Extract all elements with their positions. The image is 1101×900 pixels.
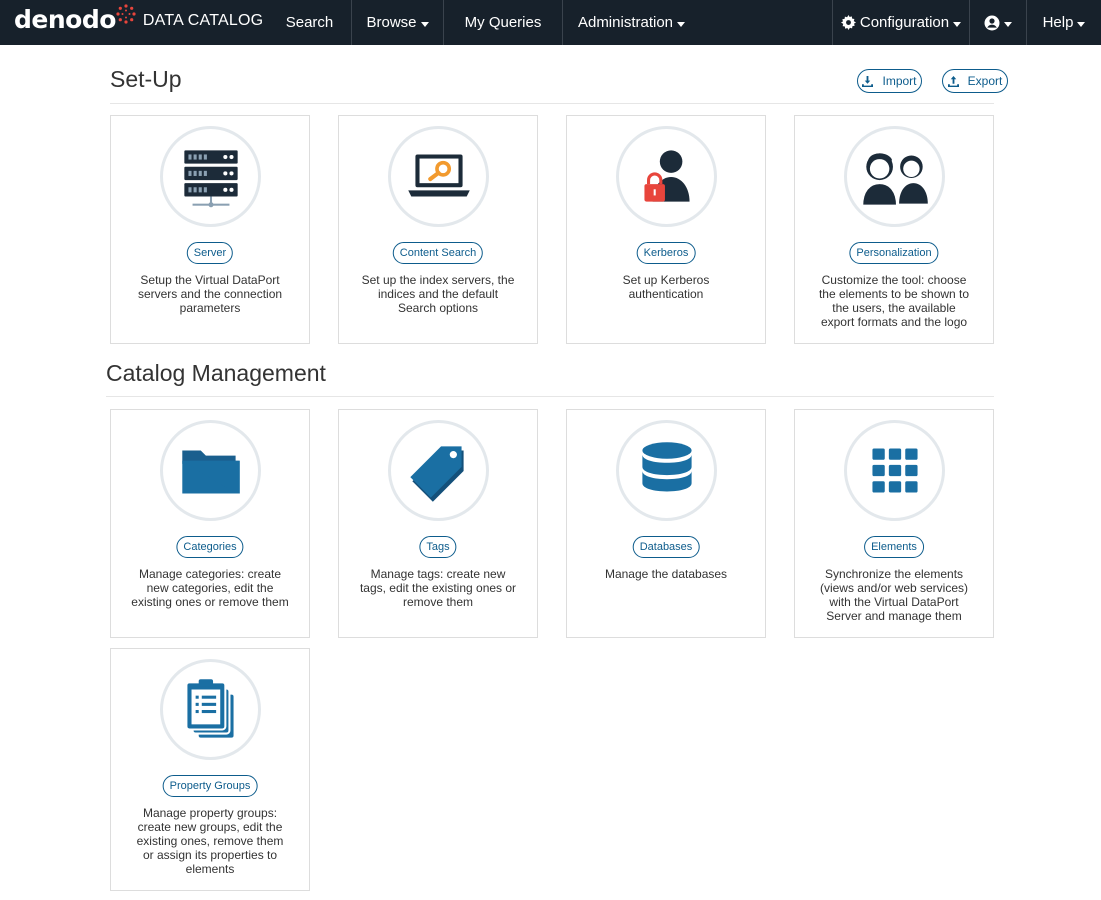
content-search-label: Content Search bbox=[392, 242, 484, 264]
databases-description: Manage the databases bbox=[604, 567, 728, 581]
import-button[interactable]: Import bbox=[857, 69, 922, 93]
export-button[interactable]: Export bbox=[942, 69, 1008, 93]
kerberos-label: Kerberos bbox=[636, 242, 696, 264]
tags-description: Manage tags: create new tags, edit the e… bbox=[359, 567, 517, 609]
content-search-icon-circle bbox=[388, 126, 489, 227]
caret-down-icon bbox=[1004, 21, 1012, 27]
denodo-logo: denodo bbox=[14, 4, 137, 32]
personalization-card[interactable]: Personalization Customize the tool: choo… bbox=[794, 115, 994, 344]
caret-down-icon bbox=[420, 21, 429, 27]
user-circle-icon bbox=[984, 15, 1000, 30]
nav-configuration-label: Configuration bbox=[859, 14, 950, 31]
logo-dots-icon bbox=[116, 4, 136, 24]
server-card[interactable]: Server Setup the Virtual DataPort server… bbox=[110, 115, 310, 344]
elements-card[interactable]: Elements Synchronize the elements (views… bbox=[794, 409, 994, 638]
import-label: Import bbox=[882, 74, 917, 88]
databases-icon-circle bbox=[616, 420, 717, 521]
elements-description: Synchronize the elements (views and/or w… bbox=[819, 567, 969, 623]
personalization-label: Personalization bbox=[849, 242, 939, 264]
personalization-description: Customize the tool: choose the elements … bbox=[818, 273, 970, 329]
property-groups-label: Property Groups bbox=[162, 775, 258, 797]
nav-search-label: Search bbox=[285, 14, 334, 31]
user-lock-icon bbox=[643, 149, 690, 202]
nav-browse-label: Browse bbox=[366, 14, 417, 31]
elements-icon-circle bbox=[844, 420, 945, 521]
import-icon bbox=[862, 75, 874, 87]
property-groups-card[interactable]: Property Groups Manage property groups: … bbox=[110, 648, 310, 891]
grid-icon bbox=[871, 447, 918, 493]
nav-browse[interactable]: Browse bbox=[352, 0, 444, 45]
caret-down-icon bbox=[953, 21, 962, 27]
nav-search[interactable]: Search bbox=[268, 0, 352, 45]
gear-icon bbox=[840, 15, 856, 30]
caret-down-icon bbox=[677, 21, 686, 27]
nav-administration-label: Administration bbox=[577, 14, 674, 31]
content-search-card[interactable]: Content Search Set up the index servers,… bbox=[338, 115, 538, 344]
nav-user-menu[interactable] bbox=[970, 0, 1027, 45]
brand[interactable]: denodo DATA CATALOG bbox=[0, 0, 268, 45]
database-icon bbox=[641, 441, 692, 491]
top-navbar: denodo DATA CATALOG Search Browse My Que… bbox=[0, 0, 1101, 45]
categories-description: Manage categories: create new categories… bbox=[131, 567, 289, 609]
brand-name: DATA CATALOG bbox=[142, 12, 264, 29]
caret-down-icon bbox=[1077, 21, 1086, 27]
property-groups-description: Manage property groups: create new group… bbox=[136, 806, 284, 876]
setup-title: Set-Up bbox=[110, 66, 182, 92]
databases-card[interactable]: Databases Manage the databases bbox=[566, 409, 766, 638]
tags-label: Tags bbox=[419, 536, 457, 558]
categories-card[interactable]: Categories Manage categories: create new… bbox=[110, 409, 310, 638]
setup-divider bbox=[110, 103, 994, 104]
laptop-search-icon bbox=[407, 153, 470, 196]
export-icon bbox=[947, 75, 959, 87]
tags-icon-circle bbox=[388, 420, 489, 521]
clipboard-icon bbox=[184, 678, 236, 740]
kerberos-description: Set up Kerberos authentication bbox=[622, 273, 710, 301]
kerberos-icon-circle bbox=[616, 126, 717, 227]
server-icon bbox=[183, 149, 238, 207]
categories-icon-circle bbox=[160, 420, 261, 521]
catalog-divider bbox=[106, 396, 994, 397]
tag-icon bbox=[409, 445, 464, 502]
nav-help-label: Help bbox=[1042, 14, 1074, 31]
server-label: Server bbox=[186, 242, 234, 264]
nav-my-queries-label: My Queries bbox=[464, 14, 542, 31]
users-icon bbox=[860, 152, 928, 207]
elements-label: Elements bbox=[864, 536, 924, 558]
server-icon-circle bbox=[160, 126, 261, 227]
server-description: Setup the Virtual DataPort servers and t… bbox=[137, 273, 283, 315]
personalization-icon-circle bbox=[844, 126, 945, 227]
categories-label: Categories bbox=[176, 536, 244, 558]
tags-card[interactable]: Tags Manage tags: create new tags, edit … bbox=[338, 409, 538, 638]
folder-icon bbox=[181, 450, 240, 494]
databases-label: Databases bbox=[632, 536, 700, 558]
content-search-description: Set up the index servers, the indices an… bbox=[361, 273, 515, 315]
property-groups-icon-circle bbox=[160, 659, 261, 760]
catalog-management-title: Catalog Management bbox=[106, 360, 326, 386]
nav-help[interactable]: Help bbox=[1027, 0, 1101, 45]
nav-administration[interactable]: Administration bbox=[563, 0, 700, 45]
nav-my-queries[interactable]: My Queries bbox=[444, 0, 563, 45]
nav-configuration[interactable]: Configuration bbox=[832, 0, 970, 45]
kerberos-card[interactable]: Kerberos Set up Kerberos authentication bbox=[566, 115, 766, 344]
export-label: Export bbox=[967, 74, 1003, 88]
